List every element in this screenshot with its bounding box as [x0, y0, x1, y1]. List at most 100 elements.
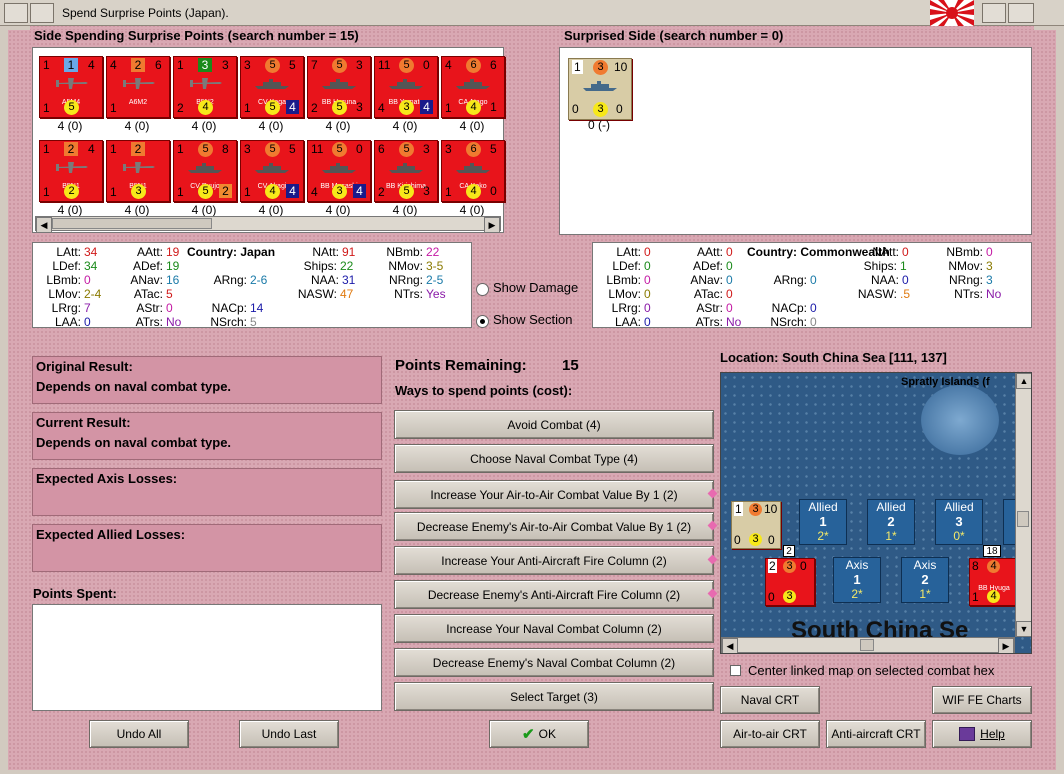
show-section-radio[interactable] [476, 315, 489, 328]
unit-counter[interactable]: 1150BB Yamato434 [374, 56, 438, 118]
scroll-thumb[interactable] [52, 218, 212, 229]
unit-counter[interactable]: 158CV Ryujo152 [173, 140, 237, 202]
stat-item: ARng: 2-6 [213, 273, 268, 287]
ship-silhouette-icon [188, 163, 222, 173]
unit-counter[interactable]: 114A5M415 [39, 56, 103, 118]
unit-counter[interactable]: 124B5N112 [39, 140, 103, 202]
unit-counter[interactable]: 355CV Kaga154 [240, 56, 304, 118]
stat-item: NTrs: Yes [394, 287, 446, 301]
stat-item: NTrs: No [954, 287, 1002, 301]
unit-counter[interactable]: 12B5N113 [106, 140, 170, 202]
stat-item: ADef: 19 [132, 259, 180, 273]
unit-caption: 4 (0) [459, 119, 485, 133]
avoid-combat-button[interactable]: Avoid Combat (4) [394, 410, 714, 439]
map-japanese-counter-2[interactable]: 8 4 BB Hyuga 1 4 [969, 558, 1019, 606]
axis-box-1[interactable]: Axis 1 2* [833, 557, 881, 603]
unit-caption: 4 (0) [258, 203, 284, 217]
ship-silhouette-icon [322, 79, 356, 89]
axis-box-2[interactable]: Axis 2 1* [901, 557, 949, 603]
stat-item: NAtt: 91 [312, 245, 356, 259]
unit-caption: 4 (0) [124, 203, 150, 217]
unit-caption: 4 (0) [124, 119, 150, 133]
map-scroll-left-button[interactable]: ◀ [722, 638, 738, 653]
unit-counter[interactable]: 753BB Haruna253 [307, 56, 371, 118]
stat-item: NMov: 3-5 [388, 259, 444, 273]
surprised-unit-caption: 0 (-) [588, 118, 610, 132]
scroll-left-button[interactable]: ◀ [36, 217, 52, 233]
ok-button[interactable]: ✔ OK [489, 720, 589, 748]
undo-all-button[interactable]: Undo All [89, 720, 189, 748]
show-damage-radio[interactable] [476, 283, 489, 296]
map-allied-counter[interactable]: 1 3 10 0 3 0 [731, 501, 781, 549]
increase-aa-fire-button[interactable]: Increase Your Anti-Aircraft Fire Column … [394, 546, 714, 575]
scroll-down-button[interactable]: ▼ [1016, 621, 1031, 637]
wif-fe-charts-button[interactable]: WIF FE Charts [932, 686, 1032, 714]
original-result-box: Original Result: Depends on naval combat… [32, 356, 382, 404]
center-linked-map-checkbox[interactable] [730, 665, 741, 676]
air-to-air-crt-button[interactable]: Air-to-air CRT [720, 720, 820, 748]
close-button[interactable] [1008, 3, 1034, 23]
aircraft-silhouette-icon [56, 78, 88, 89]
stat-item: ATac: 0 [693, 287, 733, 301]
decrease-enemy-aa-fire-button[interactable]: Decrease Enemy's Anti-Aircraft Fire Colu… [394, 580, 714, 609]
ship-silhouette-icon [389, 163, 423, 173]
allied-box-3[interactable]: Allied 3 0* [935, 499, 983, 545]
stat-item: NRng: 3 [948, 273, 993, 287]
aircraft-silhouette-icon [56, 162, 88, 173]
unit-counter[interactable]: 4 2 6 A6M2 1 [106, 56, 170, 118]
stat-item: LBmb: 0 [606, 273, 651, 287]
unit-caption: 4 (0) [191, 203, 217, 217]
stat-item: Ships: 1 [863, 259, 907, 273]
units-scrollbar[interactable]: ◀ ▶ [35, 216, 501, 233]
map-scroll-right-button[interactable]: ▶ [998, 638, 1014, 653]
unit-caption: 4 (0) [392, 119, 418, 133]
unit-counter[interactable]: 653BB Kirishima253 [374, 140, 438, 202]
naval-crt-button[interactable]: Naval CRT [720, 686, 820, 714]
stat-item: NACp: 14 [211, 301, 264, 315]
stat-item: AStr: 0 [136, 301, 173, 315]
unit-counter[interactable]: 365CA Kako140 [441, 140, 505, 202]
maximize-button[interactable] [982, 3, 1006, 23]
ship-silhouette-icon [255, 163, 289, 173]
ship-silhouette-icon [456, 163, 490, 173]
map-vscroll-thumb[interactable] [1017, 511, 1029, 527]
show-section-label: Show Section [493, 312, 573, 327]
map-japanese-counter[interactable]: 2 3 0 0 3 [765, 558, 815, 606]
select-target-button[interactable]: Select Target (3) [394, 682, 714, 711]
map-hscroll-thumb[interactable] [860, 639, 874, 651]
help-button[interactable]: Help [932, 720, 1032, 748]
unit-counter[interactable]: 133B5N224 [173, 56, 237, 118]
unit-caption: 4 (0) [258, 119, 284, 133]
center-linked-map-label: Center linked map on selected combat hex [748, 663, 995, 678]
unit-counter[interactable]: 466CA Atago141 [441, 56, 505, 118]
allied-box-2[interactable]: Allied 2 1* [867, 499, 915, 545]
stat-item: NRng: 2-5 [388, 273, 444, 287]
points-spent-list[interactable] [32, 604, 382, 711]
surprised-unit-counter[interactable]: 1 3 10 0 3 0 [568, 58, 632, 120]
undo-last-button[interactable]: Undo Last [239, 720, 339, 748]
minimize-button[interactable] [30, 3, 54, 23]
stat-item: NASW: .5 [857, 287, 911, 301]
stat-item: ATac: 5 [133, 287, 173, 301]
unit-counter[interactable]: 1150BB Musashi434 [307, 140, 371, 202]
map-vertical-scrollbar[interactable]: ▲ ▼ [1015, 373, 1031, 637]
decrease-enemy-air-to-air-button[interactable]: Decrease Enemy's Air-to-Air Combat Value… [394, 512, 714, 541]
allied-box-1[interactable]: Allied 1 2* [799, 499, 847, 545]
choose-naval-combat-type-button[interactable]: Choose Naval Combat Type (4) [394, 444, 714, 473]
system-menu-button[interactable] [4, 3, 28, 23]
spratly-islands-label: Spratly Islands (f [901, 376, 990, 388]
stat-item: LDef: 0 [612, 259, 651, 273]
unit-caption: 4 (0) [325, 119, 351, 133]
scroll-right-button[interactable]: ▶ [484, 217, 500, 233]
checkmark-icon: ✔ [522, 726, 535, 743]
scroll-up-button[interactable]: ▲ [1016, 373, 1031, 389]
increase-air-to-air-button[interactable]: Increase Your Air-to-Air Combat Value By… [394, 480, 714, 509]
stat-item: NAtt: 0 [872, 245, 909, 259]
window-title: Spend Surprise Points (Japan). [62, 6, 229, 20]
map-horizontal-scrollbar[interactable]: ◀ ▶ [721, 637, 1015, 653]
decrease-enemy-naval-combat-button[interactable]: Decrease Enemy's Naval Combat Column (2) [394, 648, 714, 677]
increase-naval-combat-button[interactable]: Increase Your Naval Combat Column (2) [394, 614, 714, 643]
anti-aircraft-crt-button[interactable]: Anti-aircraft CRT [826, 720, 926, 748]
unit-counter[interactable]: 355CV Akagi144 [240, 140, 304, 202]
combat-map[interactable]: Spratly Islands (f South China Se Allied… [720, 372, 1032, 654]
